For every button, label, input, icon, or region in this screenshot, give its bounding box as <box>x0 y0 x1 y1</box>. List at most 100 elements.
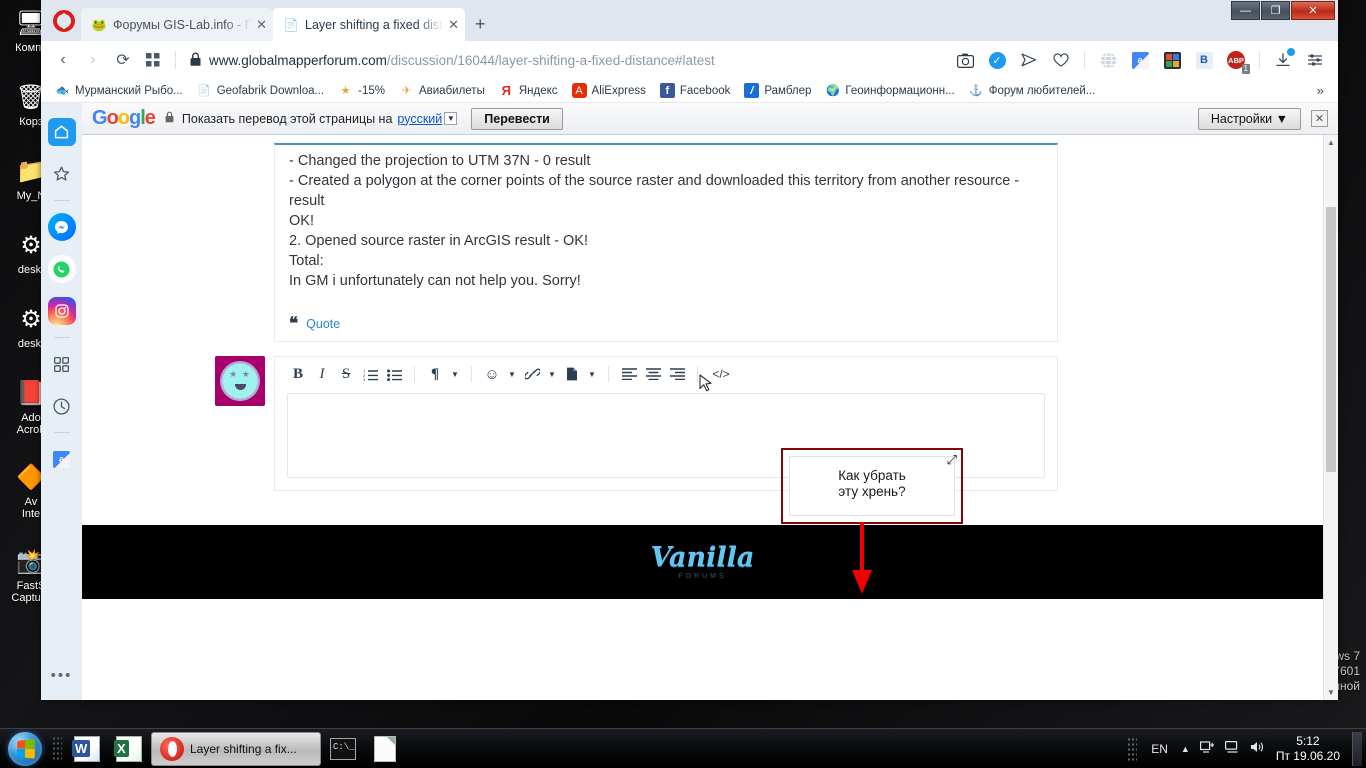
new-tab-button[interactable]: + <box>475 14 486 35</box>
snapshot-icon[interactable] <box>952 47 978 73</box>
forward-icon[interactable]: › <box>79 46 107 74</box>
show-hidden-icons-button[interactable]: ▲ <box>1181 744 1190 754</box>
extension-glyph <box>1163 51 1181 69</box>
unordered-list-button[interactable] <box>383 362 405 386</box>
post-body: - Changed the projection to UTM 37N - 0 … <box>289 151 1043 291</box>
sidebar-item-speed-dial[interactable] <box>48 350 76 378</box>
sidebar-item-bookmarks[interactable] <box>48 160 76 188</box>
taskbar-item-opera[interactable]: Layer shifting a fix... <box>151 731 321 766</box>
bookmarks-overflow-button[interactable]: » <box>1317 83 1330 98</box>
browser-tab-gis-lab[interactable]: 🐸 Форумы GIS-Lab.info - Глав ✕ <box>81 8 273 41</box>
chevron-down-icon[interactable]: ▼ <box>505 370 519 379</box>
clock-time: 5:12 <box>1296 733 1320 748</box>
page-viewport: a ••• Google Показать перевод этой стран… <box>41 103 1338 700</box>
sidebar-item-translate[interactable]: a <box>48 445 76 473</box>
adblock-plus-icon[interactable]: ABP 1 <box>1223 47 1250 74</box>
tab-close-icon[interactable]: ✕ <box>448 17 459 33</box>
translate-button[interactable]: Перевести <box>471 107 563 130</box>
tray-icon-network-device[interactable] <box>1199 740 1215 757</box>
taskbar-item-cmd[interactable]: C:\_ <box>323 732 363 766</box>
maximize-button[interactable]: ❐ <box>1261 1 1290 20</box>
start-button[interactable] <box>2 730 48 768</box>
align-right-button[interactable] <box>666 362 688 386</box>
speed-dial-icon[interactable] <box>139 46 167 74</box>
bookmark-item[interactable]: / Рамблер <box>738 81 817 100</box>
reload-icon[interactable]: ⟳ <box>109 46 137 74</box>
address-bar[interactable]: www.globalmapperforum.com/discussion/160… <box>184 46 948 74</box>
chevron-down-icon[interactable]: ▼ <box>585 370 599 379</box>
downloads-icon[interactable] <box>1270 47 1296 73</box>
tray-icon-network[interactable] <box>1224 740 1240 757</box>
emoji-button[interactable]: ☺ <box>481 362 503 386</box>
chevron-down-icon[interactable]: ▼ <box>448 370 462 379</box>
strikethrough-button[interactable]: S <box>335 362 357 386</box>
chevron-down-icon[interactable]: ▼ <box>545 370 559 379</box>
sidebar-item-whatsapp[interactable] <box>47 255 76 283</box>
align-center-button[interactable] <box>642 362 664 386</box>
post-actions: ❝ Quote <box>289 315 1043 332</box>
heart-icon[interactable] <box>1048 47 1074 73</box>
sidebar-item-home[interactable] <box>47 118 76 146</box>
close-button[interactable]: ✕ <box>1291 1 1335 20</box>
bing-extension-icon[interactable]: B <box>1191 47 1217 73</box>
attach-file-button[interactable] <box>561 362 583 386</box>
bookmark-item[interactable]: 📄 Geofabrik Downloa... <box>191 81 330 100</box>
send-to-flow-icon[interactable] <box>1016 47 1042 73</box>
bookmark-label: AliExpress <box>591 84 646 97</box>
comment-textarea[interactable] <box>287 393 1045 478</box>
colorful-extension-icon[interactable] <box>1159 47 1185 73</box>
taskbar-item-word[interactable] <box>67 732 107 766</box>
quote-button[interactable]: ❝ Quote <box>289 315 340 332</box>
scroll-up-icon[interactable]: ▲ <box>1324 135 1338 150</box>
back-icon[interactable]: ‹ <box>49 46 77 74</box>
vpn-badge-icon[interactable]: ✓ <box>984 47 1010 73</box>
close-icon[interactable]: ✕ <box>1311 110 1328 127</box>
bookmark-item[interactable]: f Facebook <box>654 81 737 100</box>
vanilla-forums-logo: Vanilla FORUMS <box>651 544 755 580</box>
translate-extension-icon[interactable]: a <box>1127 47 1153 73</box>
taskbar-clock[interactable]: 5:12 Пт 19.06.20 <box>1276 734 1340 764</box>
link-button[interactable] <box>521 362 543 386</box>
minimize-button[interactable]: — <box>1231 1 1260 20</box>
ordered-list-button[interactable]: 123 <box>359 362 381 386</box>
paragraph-format-button[interactable]: ¶ <box>424 362 446 386</box>
bookmark-label: Geofabrik Downloa... <box>216 84 325 97</box>
bold-button[interactable]: B <box>287 362 309 386</box>
bookmark-item[interactable]: 🐟 Мурманский Рыбо... <box>49 81 189 100</box>
italic-button[interactable]: I <box>311 362 333 386</box>
forum-page: - Changed the projection to UTM 37N - 0 … <box>82 135 1323 700</box>
translate-language-link[interactable]: русский <box>397 112 442 126</box>
bookmark-item[interactable]: ★ -15% <box>332 81 391 100</box>
browser-tab-layer-shifting[interactable]: 📄 Layer shifting a fixed distan ✕ <box>273 8 465 41</box>
language-indicator[interactable]: EN <box>1151 742 1168 756</box>
opera-icon <box>160 736 184 761</box>
globe-extension-icon[interactable] <box>1095 47 1121 73</box>
bookmark-item[interactable]: A AliExpress <box>566 81 652 100</box>
bookmark-item[interactable]: 🌍 Геоинформационн... <box>819 81 960 100</box>
sidebar-item-instagram[interactable] <box>47 297 76 325</box>
scroll-down-icon[interactable]: ▼ <box>1324 685 1338 700</box>
opera-menu-button[interactable] <box>47 4 81 38</box>
page-scrollbar[interactable]: ▲ ▼ <box>1323 135 1338 700</box>
divider <box>1259 51 1260 69</box>
translate-settings-button[interactable]: Настройки ▼ <box>1197 107 1301 130</box>
align-left-button[interactable] <box>618 362 640 386</box>
sidebar-item-messenger[interactable] <box>47 213 76 241</box>
easy-setup-icon[interactable] <box>1302 47 1328 73</box>
sidebar-item-history[interactable] <box>48 392 76 420</box>
sidebar-more-button[interactable]: ••• <box>51 667 73 684</box>
tab-close-icon[interactable]: ✕ <box>256 17 267 33</box>
bookmark-item[interactable]: ⚓ Форум любителей... <box>963 81 1102 100</box>
chevron-down-icon[interactable]: ▼ <box>444 112 458 125</box>
opera-browser-window: 🐸 Форумы GIS-Lab.info - Глав ✕ 📄 Layer s… <box>41 0 1338 700</box>
lock-icon <box>165 111 174 126</box>
vanilla-sub-wordmark: FORUMS <box>678 573 727 580</box>
show-desktop-button[interactable] <box>1352 731 1362 766</box>
tray-icon-volume[interactable] <box>1250 740 1265 757</box>
bookmark-item[interactable]: ✈ Авиабилеты <box>393 81 491 100</box>
bookmark-item[interactable]: Я Яндекс <box>493 81 564 100</box>
avatar[interactable] <box>215 356 265 406</box>
taskbar-item-excel[interactable] <box>109 732 149 766</box>
taskbar-item-document[interactable] <box>365 732 405 766</box>
scrollbar-thumb[interactable] <box>1326 207 1336 472</box>
